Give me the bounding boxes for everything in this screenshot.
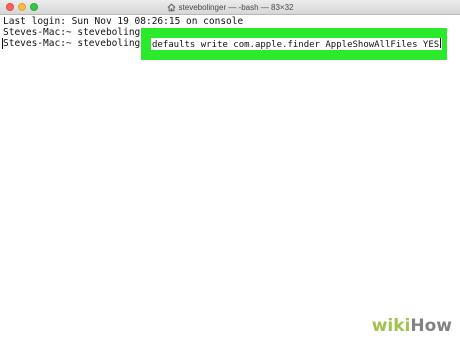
window-title-group: stevebolinger — -bash — 83×32	[0, 0, 460, 14]
last-login-line: Last login: Sun Nov 19 08:26:15 on conso…	[3, 16, 244, 27]
watermark-wiki: wiki	[371, 316, 411, 336]
text-cursor	[440, 38, 442, 48]
window-title: stevebolinger — -bash — 83×32	[178, 2, 294, 12]
command-input[interactable]: defaults write com.apple.finder AppleSho…	[151, 38, 443, 50]
wikihow-watermark: wiki How	[372, 316, 452, 336]
active-prompt-line: Steves-Mac:~ stevebolinger$	[3, 38, 158, 49]
title-bar[interactable]: stevebolinger — -bash — 83×32	[0, 0, 460, 15]
home-icon	[167, 3, 175, 11]
prompt-line: Steves-Mac:~ stevebolinger$	[3, 27, 158, 38]
terminal-content[interactable]: Last login: Sun Nov 19 08:26:15 on conso…	[0, 15, 460, 342]
terminal-window: stevebolinger — -bash — 83×32 Last login…	[0, 0, 460, 342]
command-text: defaults write com.apple.finder AppleSho…	[152, 40, 440, 50]
watermark-how: How	[410, 316, 452, 336]
